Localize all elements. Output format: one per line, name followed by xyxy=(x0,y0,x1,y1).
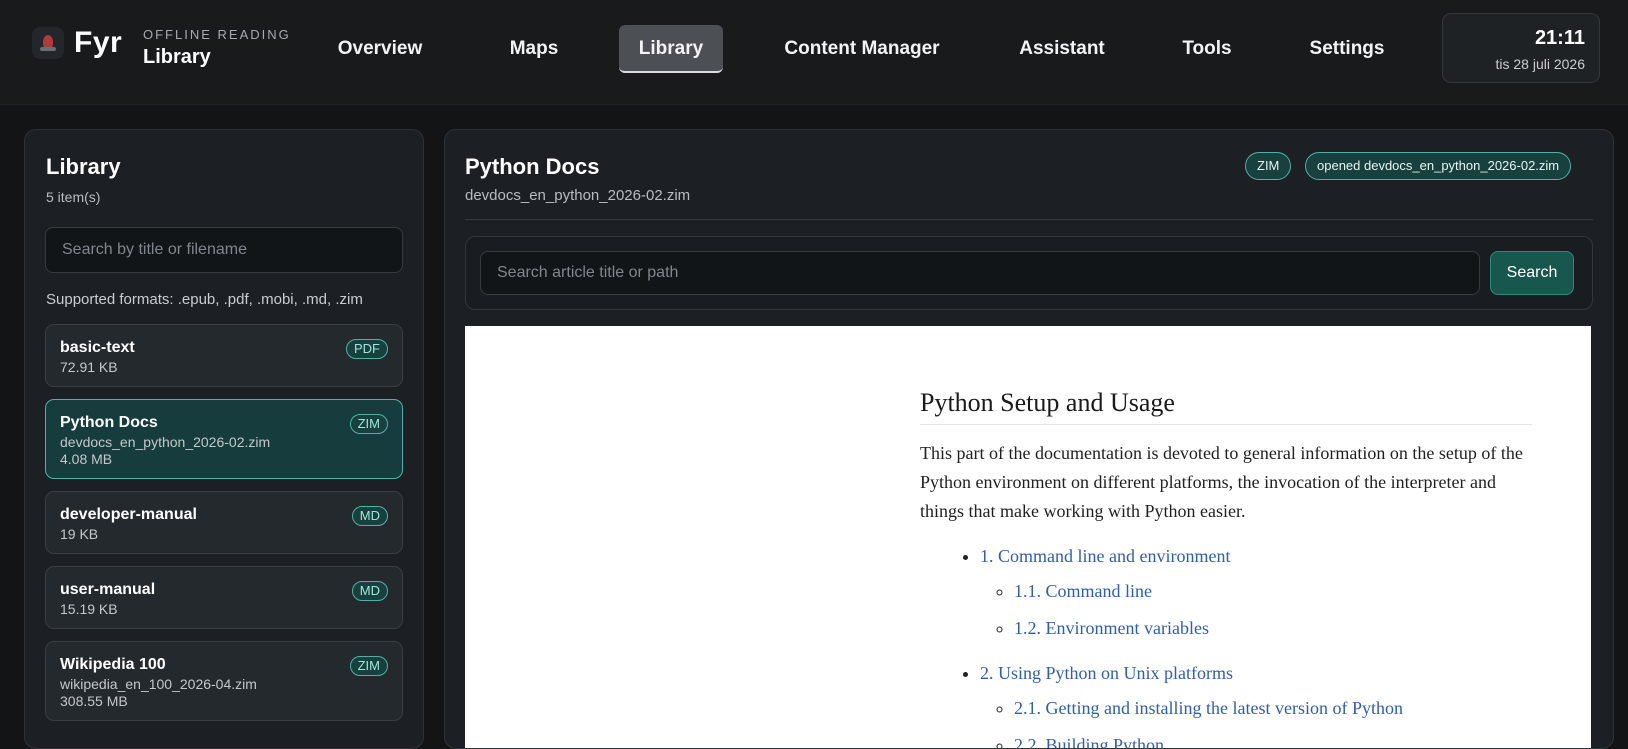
type-chip: ZIM xyxy=(1245,152,1292,180)
item-title: Python Docs xyxy=(60,414,158,431)
article-heading: Python Setup and Usage xyxy=(920,388,1532,425)
nav-settings[interactable]: Settings xyxy=(1300,25,1394,73)
library-count: 5 item(s) xyxy=(46,189,101,205)
article-search-input[interactable] xyxy=(480,251,1480,295)
item-title: Wikipedia 100 xyxy=(60,656,166,673)
library-item-python-docs[interactable]: Python Docs devdocs_en_python_2026-02.zi… xyxy=(45,399,403,479)
lighthouse-logo-icon xyxy=(32,27,64,59)
article-toc: 1. Command line and environment 1.1. Com… xyxy=(920,538,1532,748)
format-badge: MD xyxy=(351,581,388,601)
clock-time: 21:11 xyxy=(1534,27,1585,49)
item-title: developer-manual xyxy=(60,506,197,523)
toc-link[interactable]: 1.1. Command line xyxy=(1014,581,1152,601)
library-item-wikipedia-100[interactable]: Wikipedia 100 wikipedia_en_100_2026-04.z… xyxy=(45,641,403,721)
toc-item: 2. Using Python on Unix platforms 2.1. G… xyxy=(980,655,1532,748)
toc-link[interactable]: 2.1. Getting and installing the latest v… xyxy=(1014,698,1403,718)
document-title: Python Docs xyxy=(465,154,600,179)
toc-link[interactable]: 2. Using Python on Unix platforms xyxy=(980,663,1233,683)
search-button[interactable]: Search xyxy=(1490,251,1574,295)
library-item-basic-text[interactable]: basic-text 72.91 KB PDF xyxy=(45,324,403,387)
article-viewer[interactable]: Python Setup and Usage This part of the … xyxy=(465,326,1591,748)
item-size: 308.55 MB xyxy=(60,693,128,709)
format-badge: MD xyxy=(351,506,388,526)
nav-tools[interactable]: Tools xyxy=(1170,25,1244,73)
item-size: 15.19 KB xyxy=(60,601,118,617)
item-size: 4.08 MB xyxy=(60,451,113,467)
status-chip: opened devdocs_en_python_2026-02.zim xyxy=(1305,152,1572,180)
section-title: Library xyxy=(143,46,211,68)
article-intro: This part of the documentation is devote… xyxy=(920,443,1523,521)
clock-date: tis 28 juli 2026 xyxy=(1495,56,1585,72)
toc-subitem: 1.2. Environment variables xyxy=(1014,610,1532,647)
item-title: basic-text xyxy=(60,339,135,356)
brand[interactable]: Fyr xyxy=(32,26,122,60)
app-name: Fyr xyxy=(74,26,123,59)
document-filename: devdocs_en_python_2026-02.zim xyxy=(465,187,691,204)
format-badge: ZIM xyxy=(349,414,388,434)
section-kicker: OFFLINE READING xyxy=(143,27,291,42)
nav-content-manager[interactable]: Content Manager xyxy=(772,25,952,73)
nav-maps[interactable]: Maps xyxy=(486,25,582,73)
divider xyxy=(465,219,1593,220)
item-filename: wikipedia_en_100_2026-04.zim xyxy=(60,676,257,692)
nav-overview[interactable]: Overview xyxy=(326,25,434,73)
toc-item: 1. Command line and environment 1.1. Com… xyxy=(980,538,1532,655)
toc-link[interactable]: 2.2. Building Python xyxy=(1014,735,1164,748)
toc-link[interactable]: 1.2. Environment variables xyxy=(1014,618,1209,638)
nav-library[interactable]: Library xyxy=(619,25,723,73)
format-badge: PDF xyxy=(346,339,388,359)
toc-subitem: 2.2. Building Python xyxy=(1014,727,1532,748)
item-size: 19 KB xyxy=(60,526,99,542)
article-search-bar: Search xyxy=(465,236,1593,310)
library-search-input[interactable] xyxy=(45,227,403,273)
toc-subitem: 1.1. Command line xyxy=(1014,573,1532,610)
toc-subitem: 2.1. Getting and installing the latest v… xyxy=(1014,690,1532,727)
library-title: Library xyxy=(46,154,121,179)
toc-link[interactable]: 1. Command line and environment xyxy=(980,546,1230,566)
item-filename: devdocs_en_python_2026-02.zim xyxy=(60,434,271,450)
supported-formats: Supported formats: .epub, .pdf, .mobi, .… xyxy=(46,291,363,308)
article-content: Python Setup and Usage This part of the … xyxy=(920,388,1532,748)
library-item-developer-manual[interactable]: developer-manual 19 KB MD xyxy=(45,491,403,554)
top-bar: Fyr OFFLINE READING Library Overview Map… xyxy=(0,0,1628,105)
format-badge: ZIM xyxy=(349,656,388,676)
document-panel: Python Docs devdocs_en_python_2026-02.zi… xyxy=(444,129,1614,749)
library-panel: Library 5 item(s) Supported formats: .ep… xyxy=(24,129,424,749)
clock-widget: 21:11 tis 28 juli 2026 xyxy=(1442,13,1600,83)
library-item-user-manual[interactable]: user-manual 15.19 KB MD xyxy=(45,566,403,629)
nav-assistant[interactable]: Assistant xyxy=(1006,25,1118,73)
item-title: user-manual xyxy=(60,581,156,598)
item-size: 72.91 KB xyxy=(60,359,118,375)
section-header: OFFLINE READING Library xyxy=(143,27,291,69)
